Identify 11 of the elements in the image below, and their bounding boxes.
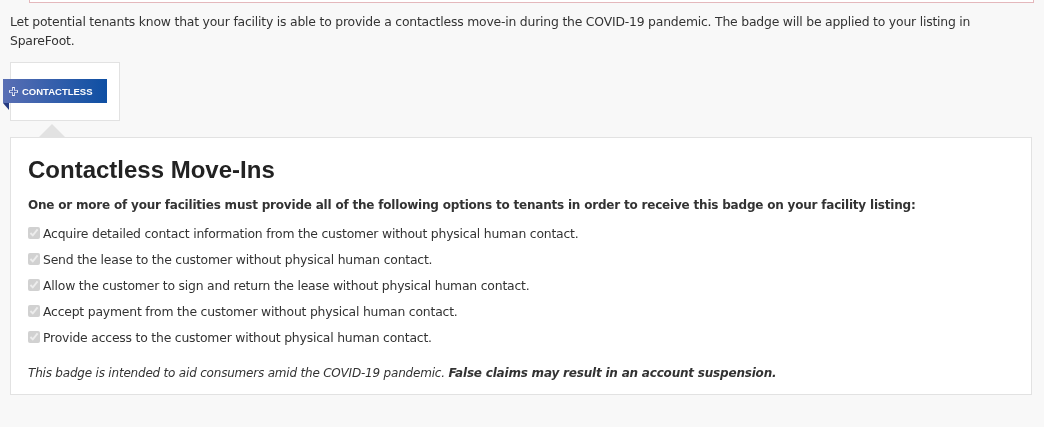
option-label: Allow the customer to sign and return the lease without physical human contact. [43,277,530,293]
disclaimer-text: This badge is intended to aid consumers amid the COVID-19 pandemic. False claims may result in an account suspension. [28,366,778,380]
intro-text: Let potential tenants know that your facility is able to provide a contactless move-in during the COVID-19 pandemic. The badge will be applied to your listing in SpareFoot. [10,13,972,50]
badge-label: CONTACTLESS [22,85,93,97]
option-label: Accept payment from the customer without physical human contact. [43,303,458,319]
plus-icon [9,86,18,96]
card-title: Contactless Move-Ins [28,156,276,184]
option-label: Acquire detailed contact information from the customer without physical human contact. [43,225,579,241]
option-label: Send the lease to the customer without physical human contact. [43,251,433,267]
option-label: Provide access to the customer without physical human contact. [43,329,432,345]
requirement-text: One or more of your facilities must provide all of the following options to tenants in order to receive this badge on your facility listing: [28,198,917,212]
